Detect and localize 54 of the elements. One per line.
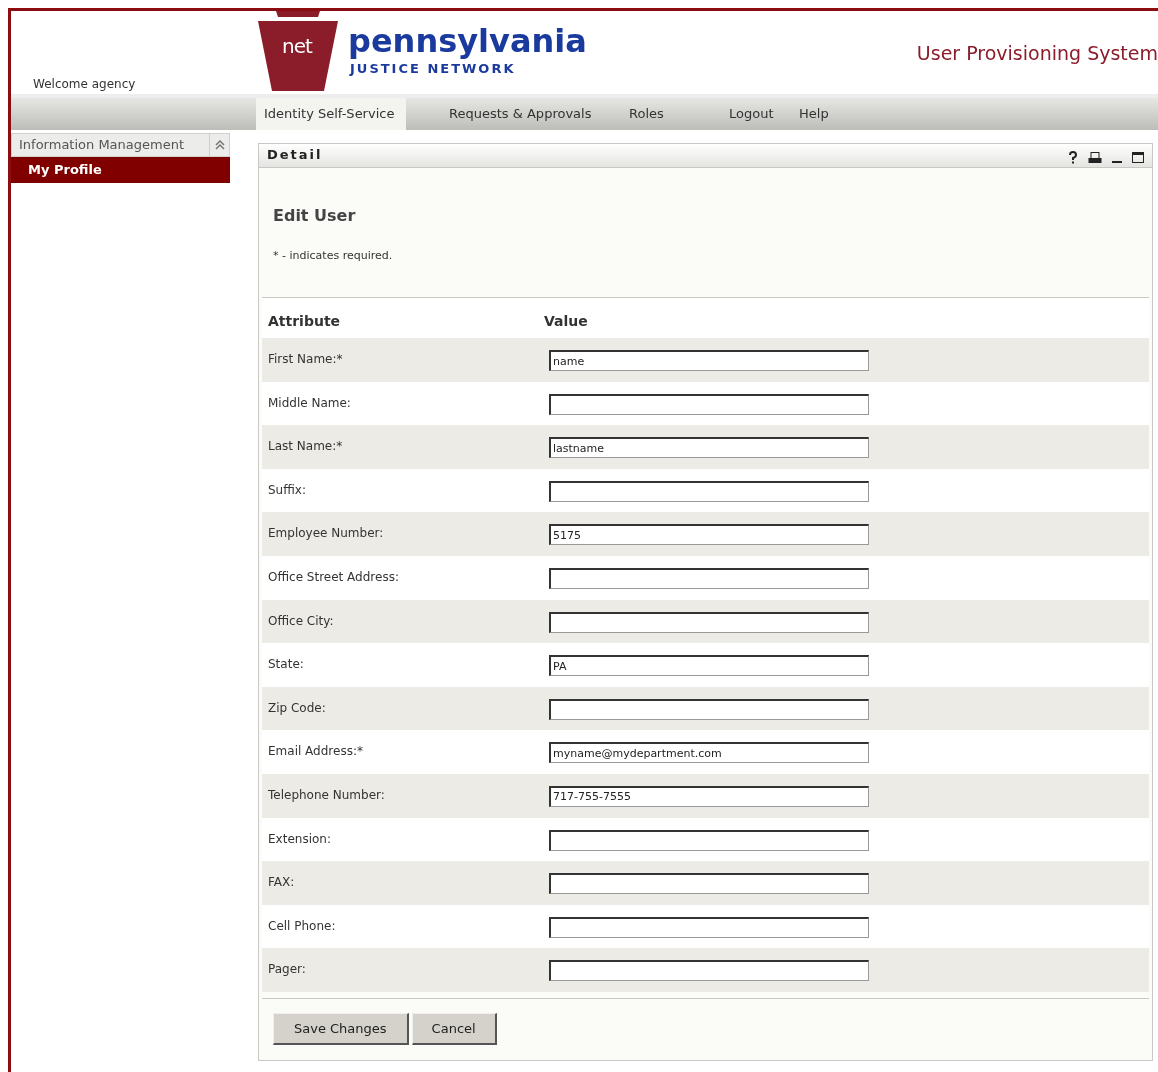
logo-tagline: JUSTICE NETWORK — [350, 61, 517, 77]
text-field[interactable] — [549, 960, 869, 982]
text-field[interactable]: name — [549, 350, 869, 371]
field-label: Zip Code: — [268, 699, 327, 717]
nav-tab[interactable]: Help — [791, 98, 851, 130]
field-label: Email Address:* — [268, 743, 364, 761]
print-icon[interactable] — [1088, 151, 1102, 164]
field-label: Last Name:* — [268, 438, 344, 456]
text-field[interactable] — [549, 873, 869, 895]
welcome-text: Welcome agency — [33, 76, 136, 93]
field-label: Middle Name: — [268, 394, 352, 412]
nav-tab[interactable]: Logout — [721, 98, 791, 130]
help-icon[interactable] — [1068, 151, 1078, 164]
field-label: Office Street Address: — [268, 568, 400, 586]
text-field[interactable] — [549, 698, 869, 720]
field-label: Office City: — [268, 612, 335, 630]
text-field[interactable] — [549, 567, 869, 589]
text-field[interactable]: 717-755-7555 — [549, 785, 869, 807]
field-label: First Name:* — [268, 351, 344, 368]
minimize-icon[interactable] — [1112, 160, 1122, 164]
field-label: FAX: — [268, 874, 296, 892]
keystone-logo-icon — [256, 11, 340, 91]
logo-name: pennsylvania — [348, 21, 587, 61]
required-note: * - indicates required. — [273, 248, 394, 264]
text-field[interactable]: 5175 — [549, 524, 869, 546]
panel-title: Detail — [267, 146, 323, 164]
field-label: Employee Number: — [268, 525, 385, 543]
text-field[interactable]: myname@mydepartment.com — [549, 742, 869, 764]
nav-tab[interactable]: Requests & Approvals — [441, 98, 621, 130]
form-button[interactable]: Cancel — [411, 1012, 497, 1045]
column-header: Attribute — [268, 312, 342, 331]
text-field[interactable]: PA — [549, 655, 869, 677]
field-label: Suffix: — [268, 481, 307, 499]
sidebar-section-header[interactable]: Information Management — [11, 133, 230, 157]
field-label: Cell Phone: — [268, 917, 337, 935]
text-field[interactable] — [549, 916, 869, 938]
field-label: Extension: — [268, 830, 332, 848]
field-label: State: — [268, 656, 305, 674]
column-header: Value — [544, 312, 588, 331]
maximize-icon[interactable] — [1132, 152, 1144, 163]
form-button[interactable]: Save Changes — [273, 1012, 409, 1045]
system-title: User Provisioning System — [916, 41, 1158, 66]
field-label: Telephone Number: — [268, 786, 386, 804]
logo-mark: net — [282, 33, 312, 60]
nav-tab[interactable]: Identity Self-Service — [256, 98, 406, 130]
sidebar-item[interactable]: My Profile — [11, 157, 230, 183]
text-field[interactable]: lastname — [549, 437, 869, 459]
form-heading: Edit User — [273, 205, 357, 227]
field-label: Pager: — [268, 961, 307, 979]
text-field[interactable] — [549, 611, 869, 633]
nav-tab[interactable]: Roles — [621, 98, 721, 130]
text-field[interactable] — [549, 480, 869, 502]
text-field[interactable] — [549, 393, 869, 415]
text-field[interactable] — [549, 829, 869, 851]
